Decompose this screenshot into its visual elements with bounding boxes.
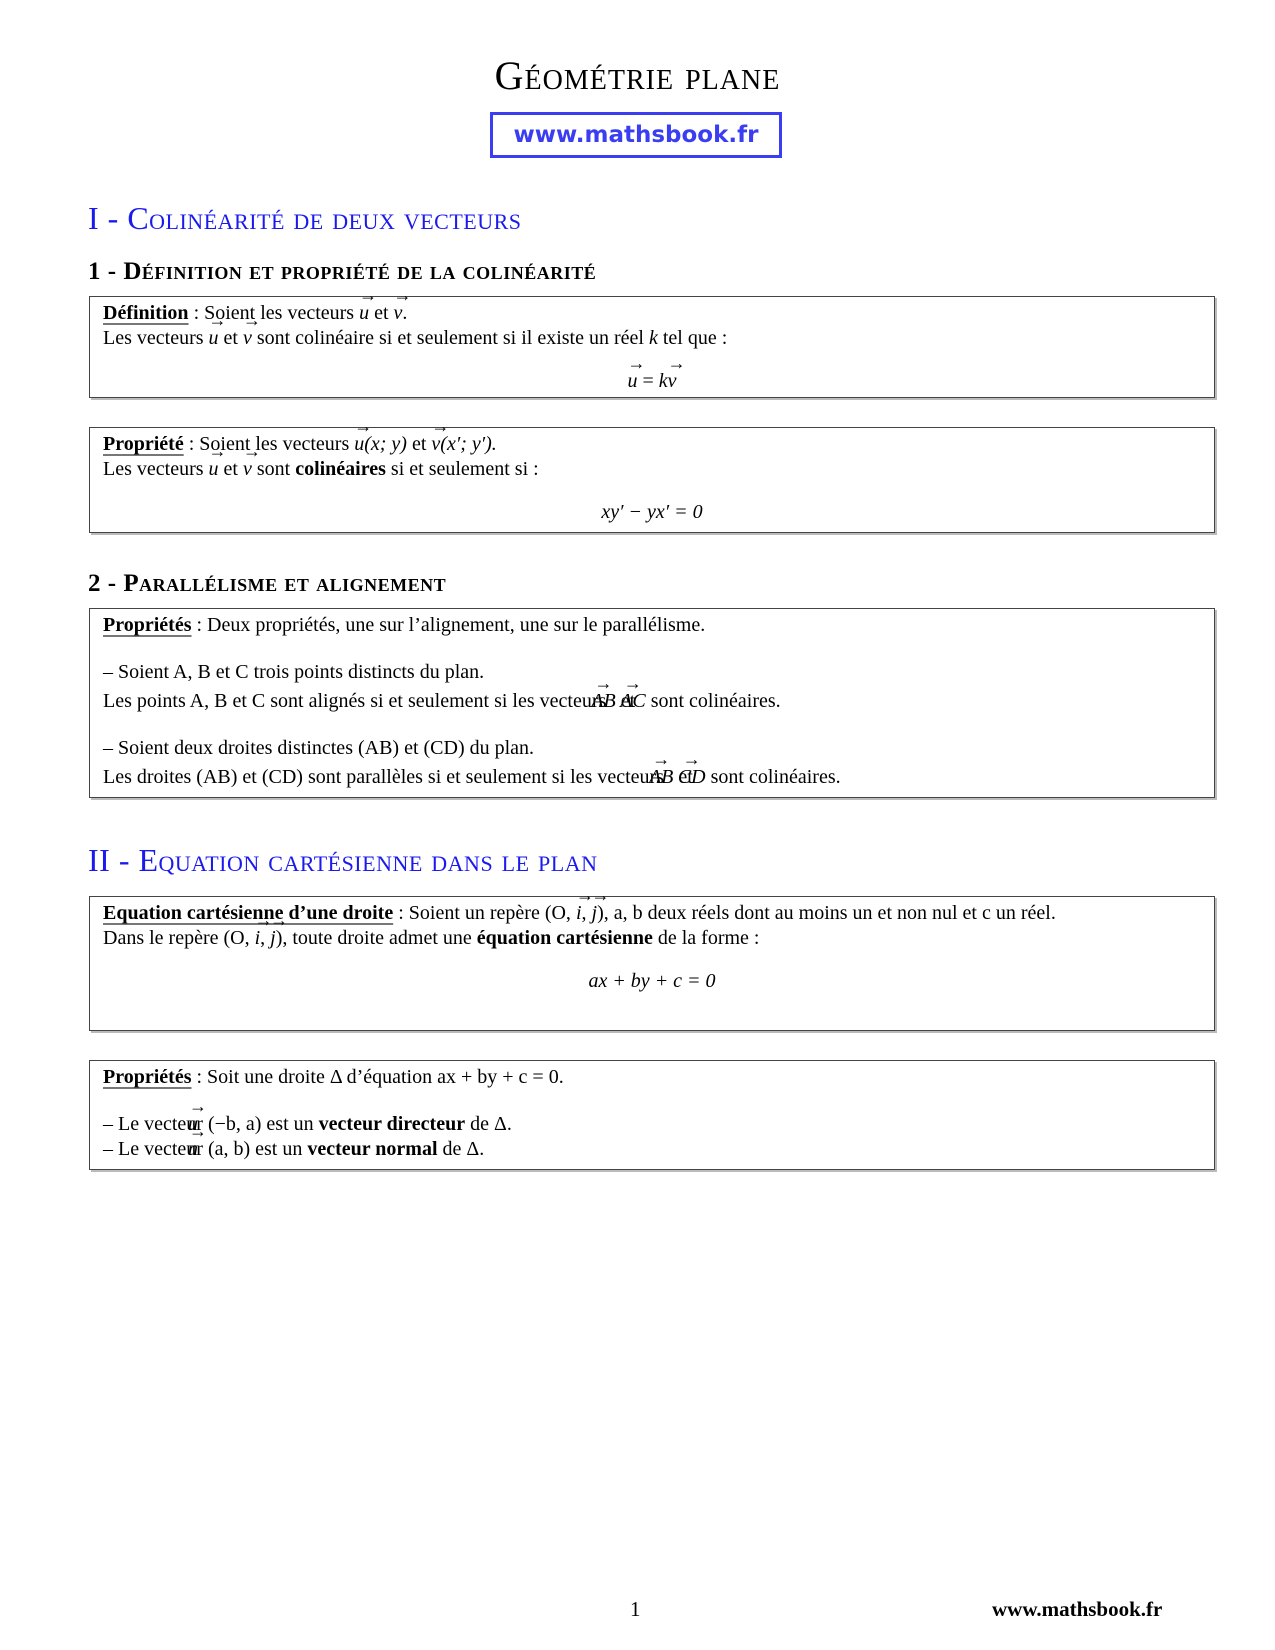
page-title: Géométrie plane [494,53,781,98]
property-label: Propriété [103,433,184,455]
properties-box: Propriétés : Soit une droite Δ d’équatio… [89,1060,1215,1170]
formula: ax + by + c = 0 [588,970,716,992]
vector-AC: AC [620,674,646,714]
property-box: Propriété : Soient les vecteurs u(x; y) … [89,417,1215,533]
vector-u: u [359,286,369,326]
site-link-button[interactable]: www.mathsbook.fr [490,112,782,158]
definition-box: Définition : Soient les vecteurs u et v.… [89,286,1215,398]
formula: xy′ − yx′ = 0 [601,501,703,523]
subsection-heading: 2 - Parallélisme et alignement [88,570,447,597]
list-item: – Le vecteur u (−b, a) est un vecteur dir… [103,1113,512,1135]
properties-box: Propriétés : Deux propriétés, une sur l’… [89,608,1215,798]
formula: u = kv [103,354,1201,394]
vector-v: v [394,286,403,326]
page-number: 1 [630,1597,641,1621]
vector-j: j [592,886,598,926]
list-item: – Soient A, B et C trois points distinct… [103,660,1201,714]
footer-site-link[interactable]: www.mathsbook.fr [992,1597,1162,1622]
section-heading: II - Equation cartésienne dans le plan [88,842,598,878]
list-item: – Le vecteur n (a, b) est un vecteur norm… [103,1138,485,1160]
equation-box: Equation cartésienne d’une droite : Soie… [89,886,1215,1031]
subsection-heading: 1 - Définition et propriété de la coliné… [88,258,597,285]
properties-label: Propriétés [103,614,192,636]
list-item: – Soient deux droites distinctes (AB) et… [103,736,1201,790]
equation-label: Equation cartésienne d’une droite [103,902,394,924]
vector-u: u [354,417,364,457]
vector-u: u [209,311,219,351]
vector-AB: AB [591,674,616,714]
section-heading: I - Colinéarité de deux vecteurs [88,200,522,236]
vector-v: v [431,417,440,457]
vector-i: i [576,886,582,926]
vector-AB: AB [649,750,674,790]
vector-v: v [243,311,252,351]
definition-label: Définition [103,302,189,324]
properties-label: Propriétés [103,1066,192,1088]
vector-CD: CD [678,750,706,790]
